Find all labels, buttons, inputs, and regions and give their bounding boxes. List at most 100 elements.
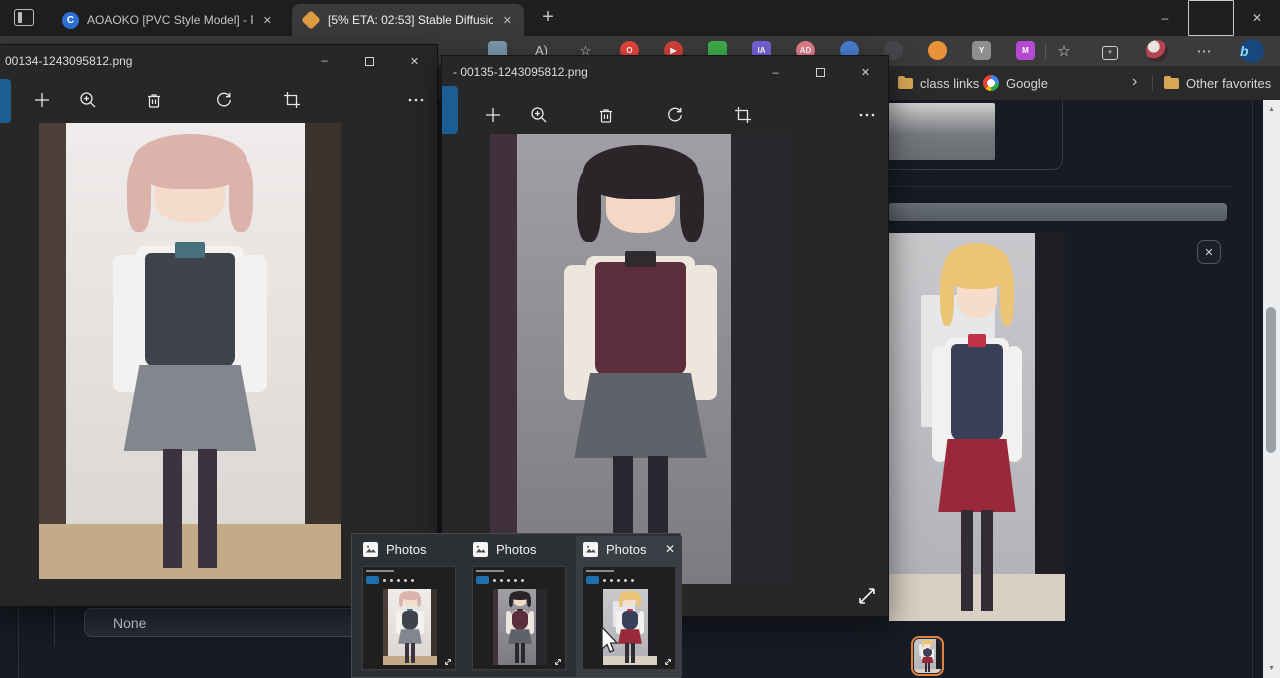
new-tab-button[interactable]: +	[534, 3, 562, 31]
browser-tab-2-active[interactable]: [5% ETA: 02:53] Stable Diffusion ✕	[292, 4, 524, 36]
taskbar-preview-card-1[interactable]: Photos	[356, 536, 462, 677]
figure-floor	[889, 574, 1065, 621]
photos2-close-button[interactable]: ✕	[843, 56, 888, 89]
photos-app-icon	[363, 542, 378, 557]
favorite-class-links[interactable]: class links	[898, 66, 979, 100]
maximize-icon	[816, 68, 825, 77]
sd-selected-thumbnail[interactable]	[911, 636, 944, 676]
figure-hairR	[680, 170, 704, 242]
photos2-title-bar[interactable]: - 00135-1243095812.png – ✕	[442, 56, 888, 89]
figure-frameR	[536, 589, 547, 665]
mini-photo-134	[383, 589, 437, 665]
figure-frameR	[936, 639, 941, 673]
tab-actions-icon[interactable]	[14, 9, 34, 26]
figure-legL	[405, 643, 409, 663]
preview-card-label: Photos	[496, 542, 536, 557]
scrollbar-up-arrow[interactable]: ▲	[1263, 102, 1280, 117]
photos1-minimize-button[interactable]: –	[302, 45, 347, 77]
photos2-image[interactable]	[490, 134, 791, 584]
photos1-accent-chip[interactable]	[0, 79, 11, 123]
see-more-icon[interactable]	[406, 90, 426, 110]
crop-icon[interactable]	[733, 105, 753, 125]
toolbar-divider	[1045, 43, 1046, 59]
preview-mini-window	[472, 566, 566, 670]
photos2-title: - 00135-1243095812.png	[453, 56, 588, 89]
restore-icon	[1188, 0, 1234, 36]
sd-gallery-image[interactable]	[889, 233, 1065, 621]
figure-hairR	[417, 595, 421, 607]
photos1-maximize-button[interactable]	[347, 45, 392, 77]
taskbar-preview-card-3-hovered[interactable]: Photos ✕	[576, 536, 682, 677]
photos1-title-bar[interactable]: 00134-1243095812.png – ✕	[0, 45, 437, 77]
figure-frameL	[39, 123, 66, 579]
add-icon[interactable]	[483, 105, 503, 125]
figure-frameR	[731, 134, 791, 584]
favorites-overflow-chevron[interactable]: ›	[1132, 73, 1137, 91]
photos-window-1: 00134-1243095812.png – ✕	[0, 44, 438, 607]
m-extension-icon[interactable]: M	[1016, 41, 1035, 60]
figure-bow	[175, 242, 205, 258]
taskbar-preview-card-2[interactable]: Photos	[466, 536, 572, 677]
bing-icon[interactable]: b	[1240, 39, 1264, 63]
figure-vest	[512, 611, 528, 630]
preview-card-label: Photos	[606, 542, 646, 557]
figure-legL	[961, 510, 972, 611]
crop-icon[interactable]	[282, 90, 302, 110]
scrollbar-down-arrow[interactable]: ▼	[1263, 661, 1280, 676]
photos2-accent-chip[interactable]	[442, 86, 458, 134]
y-extension-icon[interactable]: Y	[972, 41, 991, 60]
browser-restore-button[interactable]	[1188, 0, 1234, 36]
photos1-close-button[interactable]: ✕	[392, 45, 437, 77]
figure-frameR	[431, 589, 437, 665]
sd-dropdown-value: None	[113, 615, 146, 631]
figure-floor	[603, 656, 657, 665]
figure-floor	[383, 656, 437, 665]
figure-hairL	[127, 159, 151, 232]
zoom-in-icon[interactable]	[529, 105, 549, 125]
globe-extension-icon[interactable]	[928, 41, 947, 60]
sd-dropdown[interactable]: None	[84, 608, 361, 637]
see-more-icon[interactable]	[857, 105, 877, 125]
favorites-star-icon[interactable]: ☆	[1054, 42, 1074, 60]
rotate-icon[interactable]	[214, 90, 234, 110]
browser-close-button[interactable]: ✕	[1234, 0, 1280, 36]
figure-hairL	[922, 642, 924, 647]
photos1-image[interactable]	[39, 123, 341, 579]
zoom-in-icon[interactable]	[78, 90, 98, 110]
figure-bow	[627, 609, 632, 612]
figure-legL	[925, 663, 927, 672]
figure-legR	[928, 663, 930, 672]
other-favorites[interactable]: Other favorites	[1164, 66, 1271, 100]
photos2-maximize-button[interactable]	[798, 56, 843, 89]
delete-icon[interactable]	[144, 90, 164, 110]
figure-vest	[622, 611, 638, 630]
figure-vest	[402, 611, 418, 630]
photos2-minimize-button[interactable]: –	[753, 56, 798, 89]
preview-card-close-icon[interactable]: ✕	[665, 542, 675, 556]
figure-hairR	[527, 595, 531, 607]
figure-frameL	[493, 589, 498, 665]
scrollbar-thumb[interactable]	[1266, 307, 1276, 453]
favorite-google[interactable]: Google	[983, 66, 1048, 100]
gallery-close-button[interactable]: ✕	[1197, 240, 1221, 264]
figure-legL	[625, 643, 629, 663]
figure-vest	[923, 649, 931, 658]
add-icon[interactable]	[32, 90, 52, 110]
delete-icon[interactable]	[596, 105, 616, 125]
figure-hairR	[229, 159, 253, 232]
collections-icon[interactable]: +	[1100, 42, 1120, 60]
favorite-label: class links	[920, 76, 979, 91]
browser-tab-1[interactable]: C AOAOKO [PVC Style Model] - PV ✕	[52, 4, 284, 36]
tab2-close-icon[interactable]: ✕	[501, 14, 514, 27]
page-scrollbar[interactable]: ▲ ▼	[1263, 100, 1280, 678]
tab1-close-icon[interactable]: ✕	[261, 14, 274, 27]
profile-avatar[interactable]	[1146, 40, 1168, 62]
rotate-icon[interactable]	[665, 105, 685, 125]
figure-hairR	[931, 642, 933, 647]
tab2-favicon	[301, 10, 321, 30]
browser-more-icon[interactable]: ⋯	[1194, 42, 1214, 60]
figure-legR	[411, 643, 415, 663]
browser-minimize-button[interactable]: –	[1142, 0, 1188, 36]
preview-mini-window	[362, 566, 456, 670]
fullscreen-expand-icon[interactable]	[856, 585, 878, 607]
